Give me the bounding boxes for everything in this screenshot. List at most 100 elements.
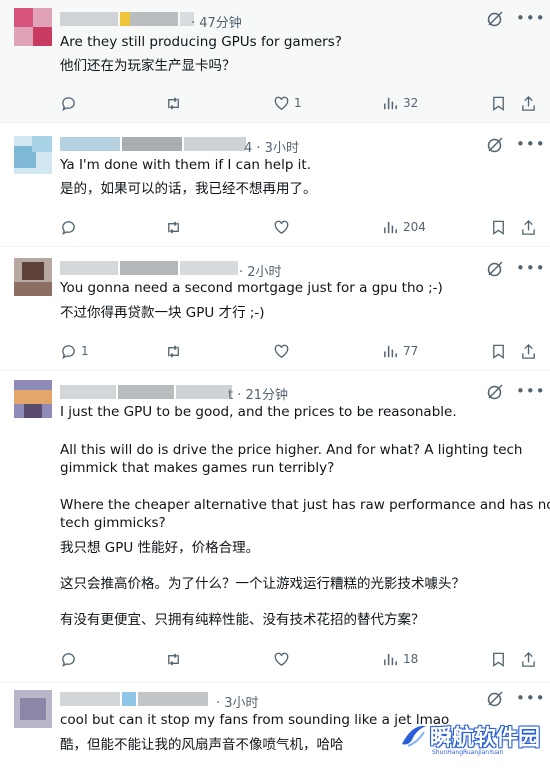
action-bar: 18: [60, 649, 536, 669]
avatar[interactable]: [14, 258, 52, 296]
reply-button[interactable]: 1: [60, 341, 89, 361]
share-icon: [522, 343, 535, 359]
more-options-icon[interactable]: •••: [516, 690, 546, 706]
bookmark-button[interactable]: [490, 341, 507, 361]
like-button[interactable]: [273, 217, 294, 237]
retweet-button[interactable]: [165, 649, 186, 669]
timestamp[interactable]: · 47分钟: [191, 12, 242, 31]
watermark-subtitle: ShunHangRuanJianYuan: [432, 749, 504, 756]
tweet-text-en: tech gimmicks?: [60, 515, 166, 531]
tweet-text-en: Are they still producing GPUs for gamers…: [60, 34, 342, 50]
timestamp[interactable]: 4 · 3小时: [244, 137, 299, 156]
tweet-text-en: gimmick that makes games run terribly?: [60, 460, 335, 476]
share-button[interactable]: [520, 93, 537, 113]
views-button[interactable]: 77: [382, 341, 418, 361]
tweet-text-en: Where the cheaper alternative that just …: [60, 497, 550, 513]
bookmark-button[interactable]: [490, 649, 507, 669]
grok-icon[interactable]: [486, 10, 504, 28]
grok-icon[interactable]: [486, 690, 504, 708]
blurred-username: [60, 12, 200, 26]
reply-icon: [62, 220, 75, 235]
grok-icon[interactable]: [486, 260, 504, 278]
retweet-button[interactable]: [165, 341, 186, 361]
retweet-icon: [168, 344, 179, 358]
reply-tweet[interactable]: · 47分钟 ••• Are they still producing GPUs…: [0, 0, 550, 123]
retweet-icon: [168, 96, 179, 110]
bookmark-icon: [493, 344, 504, 359]
watermark-logo-icon: [402, 725, 426, 747]
share-icon: [522, 651, 535, 667]
views-button[interactable]: 18: [382, 649, 418, 669]
avatar[interactable]: [14, 136, 52, 174]
watermark-title: 瞬航软件园: [430, 726, 541, 751]
tweet-text-zh: 酷，但能不能让我的风扇声音不像喷气机，哈哈: [60, 737, 344, 753]
views-chart-icon: [384, 97, 397, 109]
action-bar: 1 32: [60, 93, 536, 113]
views-chart-icon: [384, 653, 397, 665]
avatar[interactable]: [14, 8, 52, 46]
share-icon: [522, 219, 535, 235]
like-button[interactable]: [273, 341, 294, 361]
share-icon: [522, 95, 535, 111]
more-options-icon[interactable]: •••: [516, 383, 546, 399]
reply-button[interactable]: [60, 93, 81, 113]
share-button[interactable]: [520, 217, 537, 237]
tweet-text-zh: 这只会推高价格。为了什么？一个让游戏运行糟糕的光影技术噱头？: [60, 576, 465, 592]
share-button[interactable]: [520, 649, 537, 669]
reply-tweet[interactable]: · 2小时 ••• You gonna need a second mortga…: [0, 248, 550, 371]
action-bar: 204: [60, 217, 536, 237]
views-chart-icon: [384, 221, 397, 233]
views-button[interactable]: 32: [382, 93, 418, 113]
more-options-icon[interactable]: •••: [516, 136, 546, 152]
heart-icon: [274, 652, 289, 666]
grok-icon[interactable]: [486, 383, 504, 401]
heart-icon: [274, 220, 289, 234]
reply-icon: [62, 344, 75, 359]
blurred-username: [60, 137, 250, 151]
reply-button[interactable]: [60, 217, 81, 237]
reply-icon: [62, 96, 75, 111]
timestamp[interactable]: · 2小时: [239, 261, 282, 280]
more-options-icon[interactable]: •••: [516, 10, 546, 26]
tweet-text-zh: 他们还在为玩家生产显卡吗？: [60, 58, 236, 74]
tweet-text-en: cool but can it stop my fans from soundi…: [60, 712, 450, 728]
tweet-text-en: I just the GPU to be good, and the price…: [60, 404, 457, 420]
bookmark-button[interactable]: [490, 217, 507, 237]
reply-tweet[interactable]: t · 21分钟 ••• I just the GPU to be good, …: [0, 372, 550, 683]
bookmark-icon: [493, 96, 504, 111]
heart-icon: [274, 96, 289, 110]
tweet-text-zh: 我只想 GPU 性能好，价格合理。: [60, 540, 260, 556]
bookmark-icon: [493, 652, 504, 667]
views-chart-icon: [384, 345, 397, 357]
avatar[interactable]: [14, 690, 52, 728]
bookmark-button[interactable]: [490, 93, 507, 113]
blurred-username: [60, 261, 238, 275]
blurred-username: [60, 692, 210, 706]
reply-button[interactable]: [60, 649, 81, 669]
more-options-icon[interactable]: •••: [516, 260, 546, 276]
blurred-username: [60, 385, 235, 399]
tweet-text-en: You gonna need a second mortgage just fo…: [60, 280, 443, 296]
timestamp[interactable]: · 3小时: [216, 692, 259, 711]
retweet-icon: [168, 220, 179, 234]
tweet-text-en: Ya I'm done with them if I can help it.: [60, 157, 312, 173]
retweet-button[interactable]: [165, 217, 186, 237]
retweet-icon: [168, 652, 179, 666]
like-button[interactable]: 1: [273, 93, 302, 113]
share-button[interactable]: [520, 341, 537, 361]
action-bar: 1 77: [60, 341, 536, 361]
retweet-button[interactable]: [165, 93, 186, 113]
like-button[interactable]: [273, 649, 294, 669]
tweet-text-zh: 是的，如果可以的话，我已经不想再用了。: [60, 181, 317, 197]
tweet-text-zh: 不过你得再贷款一块 GPU 才行 ;-): [60, 305, 265, 321]
bookmark-icon: [493, 220, 504, 235]
avatar[interactable]: [14, 380, 52, 418]
reply-icon: [62, 652, 75, 667]
timestamp[interactable]: t · 21分钟: [228, 384, 288, 403]
grok-icon[interactable]: [486, 136, 504, 154]
tweet-text-zh: 有没有更便宜、只拥有纯粹性能、没有技术花招的替代方案？: [60, 612, 425, 628]
heart-icon: [274, 344, 289, 358]
reply-tweet[interactable]: 4 · 3小时 ••• Ya I'm done with them if I c…: [0, 124, 550, 247]
views-button[interactable]: 204: [382, 217, 426, 237]
site-watermark: 瞬航软件园 ShunHangRuanJianYuan: [394, 716, 544, 766]
